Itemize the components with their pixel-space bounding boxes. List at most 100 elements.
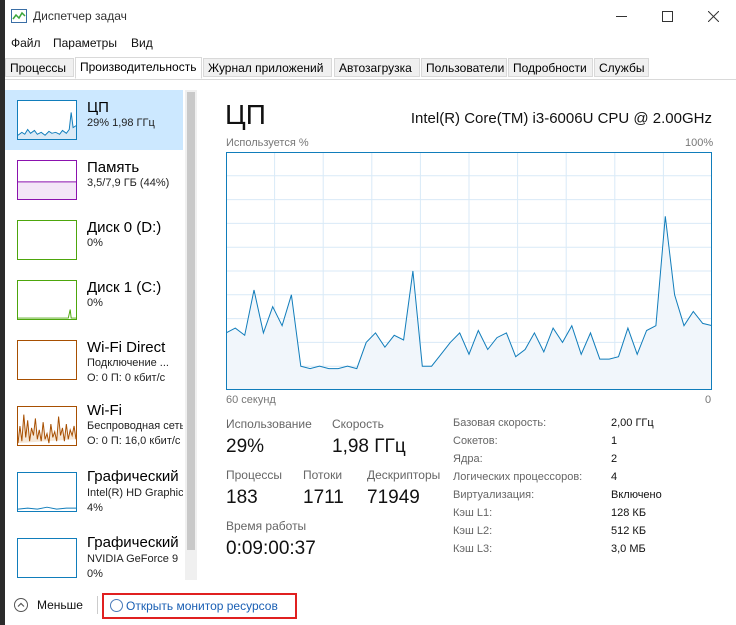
- info-value-logical: 4: [611, 471, 618, 483]
- chevron-up-icon[interactable]: [14, 598, 28, 612]
- maximize-button[interactable]: [644, 0, 690, 34]
- resource-monitor-icon: [110, 599, 123, 612]
- open-resource-monitor-link[interactable]: Открыть монитор ресурсов: [102, 593, 297, 619]
- speed-label: Скорость: [332, 417, 384, 431]
- speed-value: 1,98 ГГц: [332, 436, 406, 457]
- sidebar-disk0-name: Диск 0 (D:): [87, 219, 162, 236]
- handles-value: 71949: [367, 487, 420, 508]
- memory-mini-graph: [17, 160, 77, 200]
- processes-label: Процессы: [226, 468, 283, 482]
- usage-value: 29%: [226, 436, 265, 457]
- sidebar-item-wifi-direct[interactable]: Wi-Fi Direct Подключение ... О: 0 П: 0 к…: [5, 330, 183, 390]
- maximize-icon: [661, 11, 673, 22]
- info-label-cores: Ядра:: [453, 453, 483, 465]
- info-value-l1: 128 КБ: [611, 507, 647, 519]
- sidebar-disk1-value: 0%: [87, 297, 103, 309]
- sidebar-gpu1-line2: 0%: [87, 568, 103, 580]
- info-value-sockets: 1: [611, 435, 618, 447]
- tab-details[interactable]: Подробности: [508, 58, 593, 77]
- info-label-base-speed: Базовая скорость:: [453, 417, 547, 429]
- close-button[interactable]: [690, 0, 736, 34]
- sidebar-item-gpu0[interactable]: Графический Intel(R) HD Graphics 4%: [5, 462, 183, 522]
- task-manager-icon: [11, 9, 27, 23]
- processes-value: 183: [226, 487, 258, 508]
- menu-view[interactable]: Вид: [131, 36, 153, 50]
- cpu-usage-graph: [226, 152, 712, 390]
- tab-startup[interactable]: Автозагрузка: [334, 58, 420, 77]
- sidebar-wifi-name: Wi-Fi: [87, 402, 122, 419]
- wifi-mini-graph: [17, 406, 77, 446]
- sidebar-wifi-direct-line2: О: 0 П: 0 кбит/с: [87, 372, 166, 384]
- info-label-logical: Логических процессоров:: [453, 471, 583, 483]
- info-label-l3: Кэш L3:: [453, 543, 493, 555]
- disk0-mini-graph: [17, 220, 77, 260]
- minimize-icon: [615, 16, 627, 17]
- threads-label: Потоки: [303, 468, 343, 482]
- sidebar-cpu-value: 29% 1,98 ГГц: [87, 117, 155, 129]
- sidebar-item-cpu[interactable]: ЦП 29% 1,98 ГГц: [5, 90, 183, 150]
- sidebar-item-wifi[interactable]: Wi-Fi Беспроводная сеть О: 0 П: 16,0 кби…: [5, 396, 183, 456]
- menu-file[interactable]: Файл: [11, 36, 41, 50]
- sidebar-gpu1-line1: NVIDIA GeForce 9: [87, 553, 179, 565]
- menu-bar: Файл Параметры Вид: [5, 34, 736, 54]
- info-value-base-speed: 2,00 ГГц: [611, 417, 654, 429]
- sidebar-gpu0-name: Графический: [87, 468, 179, 485]
- sidebar-memory-value: 3,5/7,9 ГБ (44%): [87, 177, 170, 189]
- sidebar-wifi-direct-name: Wi-Fi Direct: [87, 339, 166, 356]
- tab-users[interactable]: Пользователи: [421, 58, 507, 77]
- sidebar-scrollbar-thumb[interactable]: [187, 92, 195, 550]
- sidebar-gpu0-line1: Intel(R) HD Graphics: [87, 487, 183, 499]
- info-label-sockets: Сокетов:: [453, 435, 498, 447]
- gpu0-mini-graph: [17, 472, 77, 512]
- info-label-l2: Кэш L2:: [453, 525, 493, 537]
- disk1-mini-graph: [17, 280, 77, 320]
- sidebar-item-memory[interactable]: Память 3,5/7,9 ГБ (44%): [5, 150, 183, 210]
- title-bar[interactable]: Диспетчер задач: [5, 0, 736, 34]
- graph-x-min-label: 0: [705, 394, 712, 406]
- info-value-cores: 2: [611, 453, 618, 465]
- sidebar-item-disk0[interactable]: Диск 0 (D:) 0%: [5, 210, 183, 270]
- info-label-virtualization: Виртуализация:: [453, 489, 535, 501]
- sidebar-item-gpu1[interactable]: Графический NVIDIA GeForce 9 0%: [5, 528, 183, 580]
- menu-options[interactable]: Параметры: [53, 36, 117, 50]
- tab-performance[interactable]: Производительность: [75, 57, 202, 79]
- sidebar-cpu-name: ЦП: [87, 99, 109, 116]
- graph-y-max-label: 100%: [685, 137, 714, 149]
- tab-bar: Процессы Производительность Журнал прило…: [5, 57, 736, 79]
- graph-x-label: 60 секунд: [226, 394, 276, 406]
- open-resource-monitor-label[interactable]: Открыть монитор ресурсов: [126, 599, 278, 613]
- tab-processes[interactable]: Процессы: [5, 58, 74, 77]
- sidebar-wifi-line1: Беспроводная сеть: [87, 420, 183, 432]
- graph-y-label: Используется %: [226, 137, 309, 149]
- tab-content-border: [5, 79, 736, 80]
- info-label-l1: Кэш L1:: [453, 507, 493, 519]
- threads-value: 1711: [303, 487, 344, 508]
- wifi-direct-mini-graph: [17, 340, 77, 380]
- info-value-l2: 512 КБ: [611, 525, 647, 537]
- sidebar-gpu0-line2: 4%: [87, 502, 103, 514]
- minimize-button[interactable]: [598, 0, 644, 34]
- sidebar-item-disk1[interactable]: Диск 1 (C:) 0%: [5, 270, 183, 330]
- handles-label: Дескрипторы: [367, 468, 441, 482]
- sidebar-gpu1-name: Графический: [87, 534, 179, 551]
- sidebar-wifi-direct-line1: Подключение ...: [87, 357, 169, 369]
- tab-app-history[interactable]: Журнал приложений: [203, 58, 332, 77]
- cpu-mini-graph: [17, 100, 77, 140]
- bottom-separator: [97, 596, 98, 614]
- window-title: Диспетчер задач: [33, 9, 127, 23]
- close-icon: [707, 10, 719, 23]
- uptime-label: Время работы: [226, 519, 307, 533]
- resource-sidebar: ЦП 29% 1,98 ГГц Память 3,5/7,9 ГБ (44%) …: [5, 90, 201, 580]
- info-value-virtualization: Включено: [611, 489, 662, 501]
- gpu1-mini-graph: [17, 538, 77, 578]
- cpu-model-name: Intel(R) Core(TM) i3-6006U CPU @ 2.00GHz: [410, 110, 712, 127]
- usage-label: Использование: [226, 417, 312, 431]
- bottom-bar: Меньше Открыть монитор ресурсов: [5, 590, 736, 625]
- sidebar-wifi-line2: О: 0 П: 16,0 кбит/с: [87, 435, 181, 447]
- info-value-l3: 3,0 МБ: [611, 543, 646, 555]
- tab-services[interactable]: Службы: [594, 58, 649, 77]
- sidebar-memory-name: Память: [87, 159, 140, 176]
- fewer-details-button[interactable]: Меньше: [37, 598, 83, 612]
- sidebar-disk0-value: 0%: [87, 237, 103, 249]
- uptime-value: 0:09:00:37: [226, 538, 316, 559]
